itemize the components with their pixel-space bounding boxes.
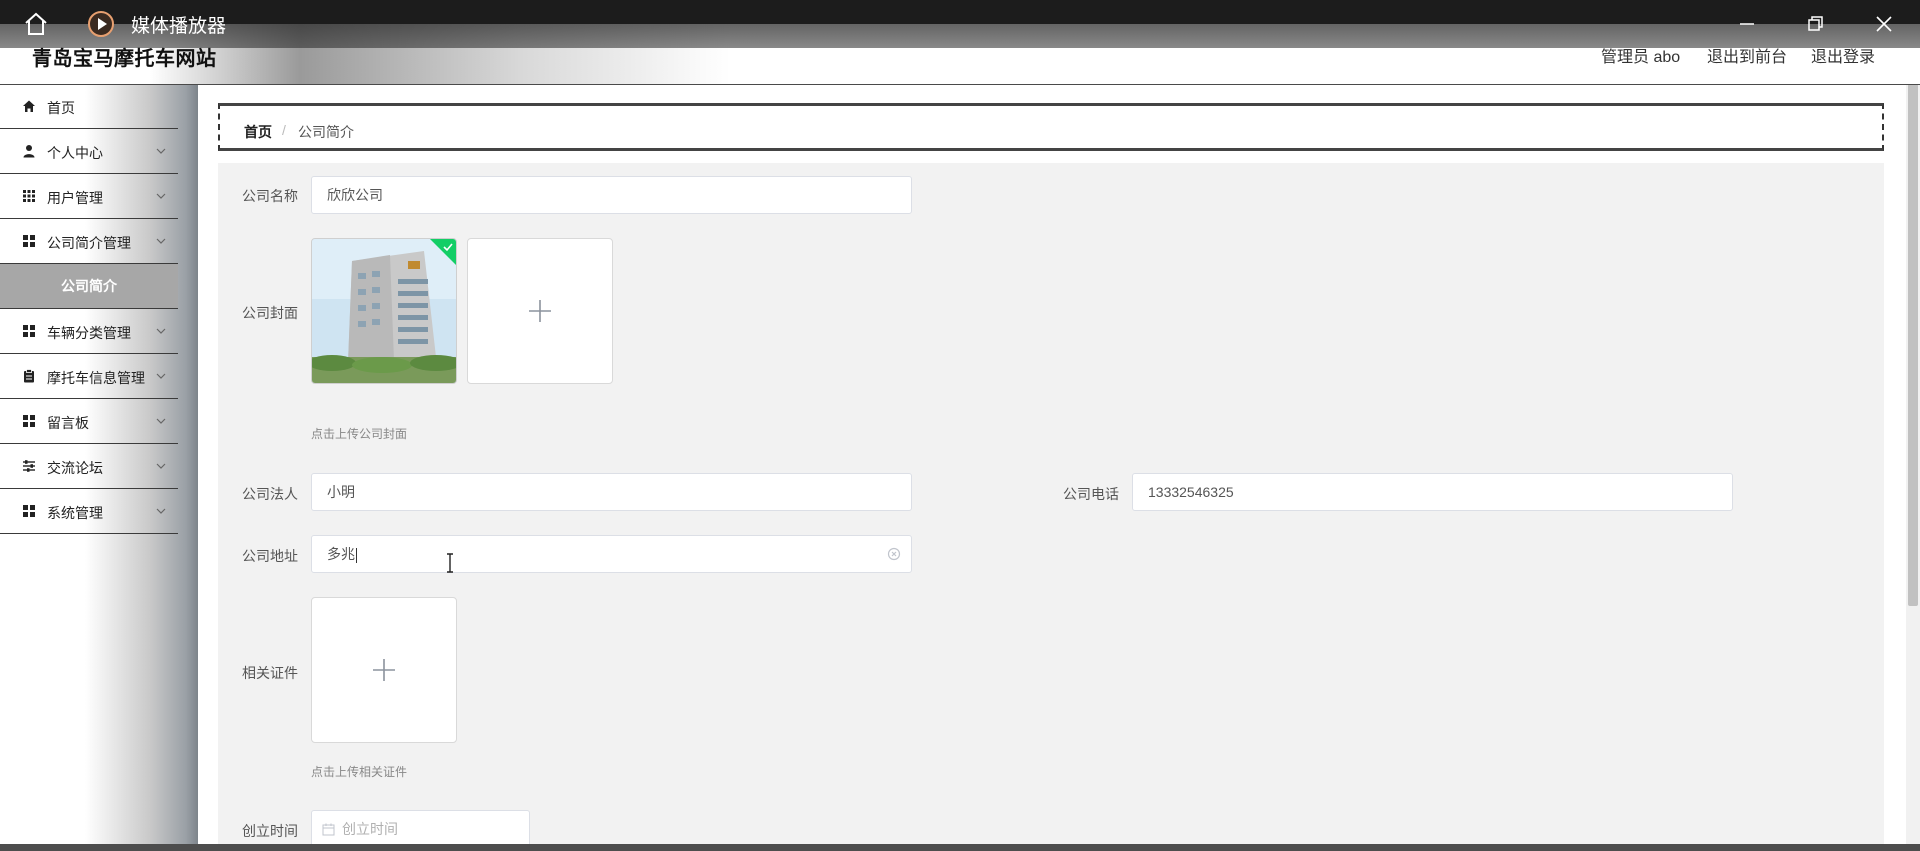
chevron-down-icon <box>156 463 166 469</box>
sidebar-item-label: 用户管理 <box>47 190 103 206</box>
sidebar-item-label: 车辆分类管理 <box>47 325 131 341</box>
page-scrollbar[interactable] <box>1906 84 1920 851</box>
apps-icon <box>23 505 35 517</box>
cover-upload-hint: 点击上传公司封面 <box>311 427 408 441</box>
media-player-title: 媒体播放器 <box>131 16 227 37</box>
cover-image-thumbnail[interactable] <box>311 238 457 384</box>
minimize-icon[interactable] <box>1733 10 1761 38</box>
sidebar-menu: 首页 个人中心 用户管理 公司简介管理 公司简介 车辆分类管理 摩托车信息管理 … <box>0 84 178 534</box>
clipboard-icon <box>24 369 34 383</box>
close-icon[interactable] <box>1870 10 1898 38</box>
sidebar-item-label: 系统管理 <box>47 505 103 521</box>
sliders-icon <box>23 460 35 472</box>
breadcrumb-home[interactable]: 首页 <box>244 122 272 142</box>
chevron-down-icon <box>156 373 166 379</box>
media-player-app-icon <box>88 11 114 37</box>
company-name-label: 公司名称 <box>242 188 298 204</box>
media-player-bottom-bar <box>0 844 1920 851</box>
founded-date-label: 创立时间 <box>242 823 298 839</box>
home-icon <box>23 100 35 112</box>
company-cover-label: 公司封面 <box>242 305 298 321</box>
sidebar-item-label: 个人中心 <box>47 145 103 161</box>
chevron-down-icon <box>156 328 166 334</box>
plus-icon <box>373 659 395 681</box>
breadcrumb: 首页 / 公司简介 <box>218 103 1884 151</box>
calendar-icon <box>322 823 335 836</box>
cover-upload-button[interactable] <box>467 238 613 384</box>
sidebar-item-home[interactable]: 首页 <box>0 84 178 129</box>
apps-icon <box>23 325 35 337</box>
text-caret <box>356 547 357 563</box>
sidebar-item-system-management[interactable]: 系统管理 <box>0 489 178 534</box>
clear-input-icon[interactable] <box>887 547 901 561</box>
sidebar-item-motorcycle-info[interactable]: 摩托车信息管理 <box>0 354 178 399</box>
legal-person-label: 公司法人 <box>242 486 298 502</box>
sidebar-item-label: 首页 <box>47 100 75 116</box>
sidebar-item-message-board[interactable]: 留言板 <box>0 399 178 444</box>
certificate-upload-button[interactable] <box>311 597 457 743</box>
company-phone-label: 公司电话 <box>1063 486 1119 502</box>
company-address-input[interactable]: 多兆 <box>311 535 912 573</box>
chevron-down-icon <box>156 238 166 244</box>
media-player-titlebar: 媒体播放器 <box>0 0 1920 48</box>
company-address-label: 公司地址 <box>242 548 298 564</box>
sidebar: 首页 个人中心 用户管理 公司简介管理 公司简介 车辆分类管理 摩托车信息管理 … <box>0 84 198 851</box>
sidebar-item-label: 摩托车信息管理 <box>47 370 145 386</box>
company-form: 公司名称 欣欣公司 公司封面 点击上传公司封面 公司法人 小明 公司电话 133… <box>218 163 1884 851</box>
chevron-down-icon <box>156 418 166 424</box>
sidebar-item-user-management[interactable]: 用户管理 <box>0 174 178 219</box>
chevron-down-icon <box>156 508 166 514</box>
breadcrumb-current: 公司简介 <box>298 124 354 140</box>
founded-date-picker[interactable]: 创立时间 <box>311 810 530 848</box>
breadcrumb-separator: / <box>282 122 286 138</box>
chevron-down-icon <box>156 148 166 154</box>
company-address-value: 多兆 <box>327 546 355 562</box>
plus-icon <box>529 300 551 322</box>
home-icon[interactable] <box>22 10 50 38</box>
sidebar-item-label: 交流论坛 <box>47 460 103 476</box>
certificates-label: 相关证件 <box>242 665 298 681</box>
sidebar-item-personal-center[interactable]: 个人中心 <box>0 129 178 174</box>
restore-icon[interactable] <box>1801 10 1829 38</box>
chevron-down-icon <box>156 193 166 199</box>
sidebar-item-forum[interactable]: 交流论坛 <box>0 444 178 489</box>
certificate-upload-hint: 点击上传相关证件 <box>311 765 408 779</box>
founded-date-placeholder: 创立时间 <box>342 821 398 837</box>
upload-success-check-icon <box>430 239 456 265</box>
user-icon <box>23 145 35 158</box>
sidebar-item-vehicle-category[interactable]: 车辆分类管理 <box>0 309 178 354</box>
scrollbar-thumb[interactable] <box>1908 84 1918 606</box>
text-cursor-icon <box>447 553 453 573</box>
company-phone-input[interactable]: 13332546325 <box>1132 473 1733 511</box>
legal-person-input[interactable]: 小明 <box>311 473 912 511</box>
company-name-input[interactable]: 欣欣公司 <box>311 176 912 214</box>
sidebar-item-company-intro-management[interactable]: 公司简介管理 <box>0 219 178 264</box>
grid-icon <box>23 190 35 202</box>
sidebar-item-label: 公司简介管理 <box>47 235 131 251</box>
apps-icon <box>23 415 35 427</box>
sidebar-subitem-company-intro[interactable]: 公司简介 <box>0 264 178 309</box>
sidebar-item-label: 留言板 <box>47 415 89 431</box>
apps-icon <box>23 235 35 247</box>
